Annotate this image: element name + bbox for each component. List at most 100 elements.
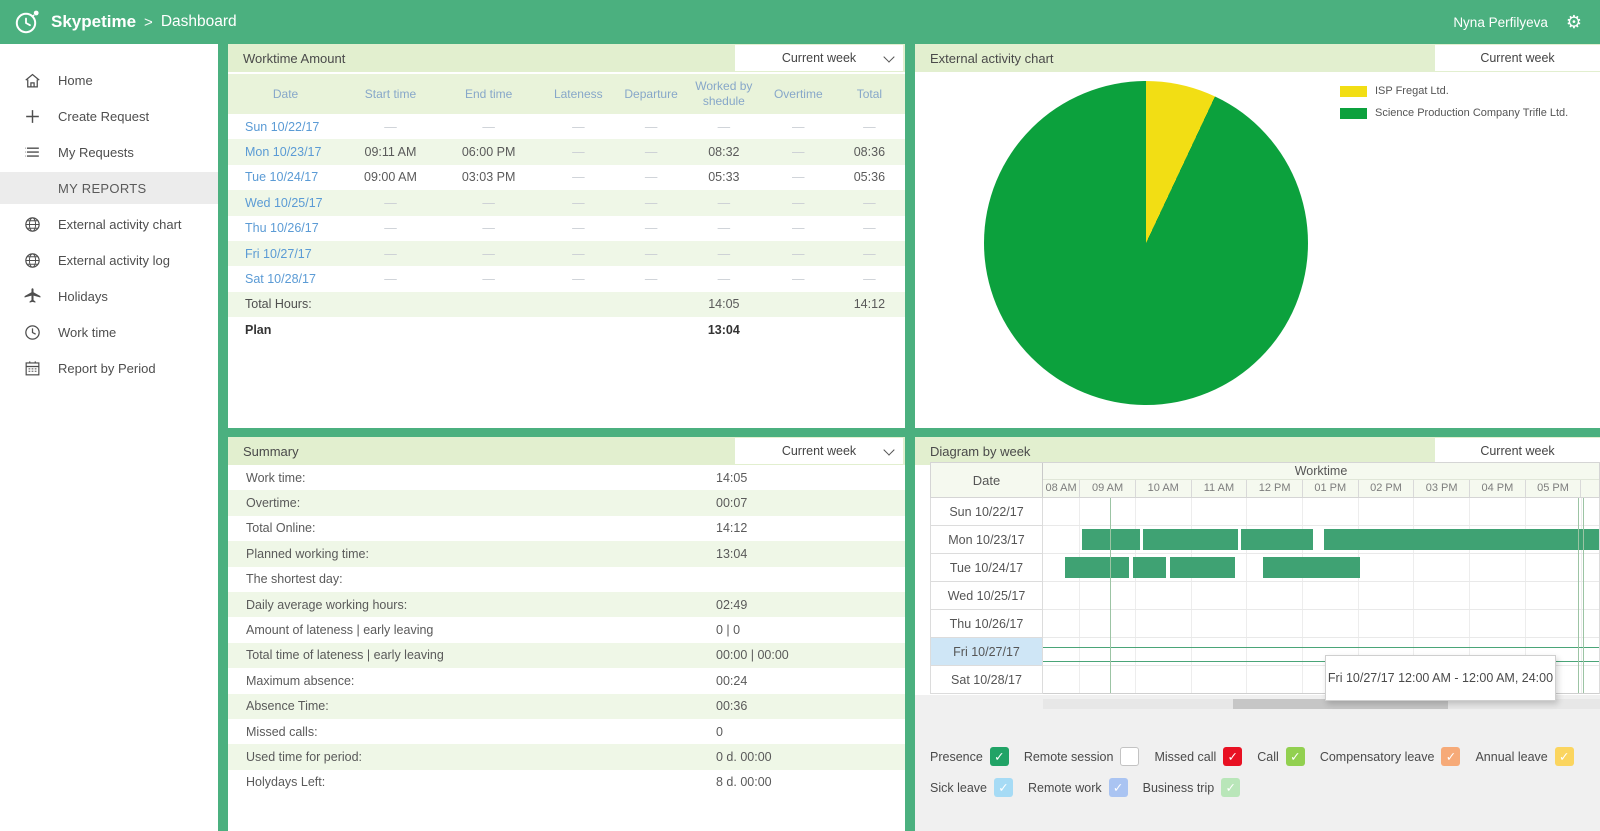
pie-legend-item: Science Production Company Trifle Ltd. <box>1340 107 1568 119</box>
worktime-panel-header: Worktime Amount Current week <box>228 44 905 72</box>
sidebar-item-external-activity-chart[interactable]: External activity chart <box>0 206 218 242</box>
checked-checkbox[interactable]: ✓ <box>989 747 1009 766</box>
sidebar-item-work-time[interactable]: Work time <box>0 314 218 350</box>
hour-tick: 12 PM <box>1246 480 1302 497</box>
diagram-date-wed-10-25-17[interactable]: Wed 10/25/17 <box>930 582 1043 610</box>
presence-bar[interactable] <box>1065 557 1130 578</box>
summary-label: Total Online: <box>246 521 316 536</box>
presence-bar[interactable] <box>1081 529 1141 550</box>
pie-legend: ISP Fregat Ltd. Science Production Compan… <box>1340 85 1568 129</box>
activity-pie-chart[interactable] <box>984 81 1308 405</box>
summary-value: 00:24 <box>716 673 748 688</box>
worktime-cell: — <box>384 119 397 134</box>
worktime-date-link[interactable]: Wed 10/25/17 <box>228 196 343 210</box>
checked-checkbox[interactable]: ✓ <box>1221 778 1241 797</box>
diagram-date-fri-10-27-17[interactable]: Fri 10/27/17 <box>930 638 1043 666</box>
sidebar-item-label: Work time <box>58 324 117 340</box>
worktime-cell: — <box>384 272 397 287</box>
summary-label: Absence Time: <box>246 699 329 714</box>
presence-bar[interactable] <box>1169 557 1236 578</box>
presence-bar[interactable] <box>1240 529 1314 550</box>
settings-gear-icon[interactable]: ⚙ <box>1566 13 1582 31</box>
presence-bar[interactable] <box>1143 529 1238 550</box>
worktime-cell: 09:00 AM <box>364 170 417 185</box>
worktime-row-thu-10-26-17: Thu 10/26/17 — — — — — — — <box>228 216 905 241</box>
worktime-cell: — <box>792 272 805 287</box>
presence-bar[interactable] <box>1263 557 1361 578</box>
diagram-date-sun-10-22-17[interactable]: Sun 10/22/17 <box>930 498 1043 526</box>
worktime-column-header: End time <box>464 86 513 101</box>
worktime-cell: — <box>792 170 805 185</box>
sidebar-item-report-by-period[interactable]: Report by Period <box>0 350 218 386</box>
summary-row: Holydays Left: 8 d. 00:00 <box>228 770 905 795</box>
diagram-date-mon-10-23-17[interactable]: Mon 10/23/17 <box>930 526 1043 554</box>
globe-icon <box>23 251 42 270</box>
checked-checkbox[interactable]: ✓ <box>1285 747 1305 766</box>
presence-bar[interactable] <box>1324 529 1599 550</box>
worktime-row-fri-10-27-17: Fri 10/27/17 — — — — — — — <box>228 240 905 267</box>
worktime-cell: — <box>644 170 658 185</box>
worktime-cell: — <box>644 119 658 134</box>
checked-checkbox[interactable]: ✓ <box>1223 747 1243 766</box>
checked-checkbox[interactable]: ✓ <box>1554 747 1574 766</box>
worktime-column-header: Start time <box>364 86 417 101</box>
legend-checkbox-sick-leave[interactable]: Sick leave ✓ <box>930 778 1013 797</box>
worktime-cell: — <box>863 119 876 134</box>
sidebar-section-my-reports[interactable]: MY REPORTS <box>0 172 218 204</box>
diagram-date-column-header: Date <box>931 463 1043 497</box>
worktime-cell: — <box>863 195 876 210</box>
time-marker-line <box>1583 498 1585 693</box>
hour-tick: 05 PM <box>1524 480 1581 497</box>
legend-swatch <box>1340 85 1367 97</box>
worktime-date-link[interactable]: Sun 10/22/17 <box>228 120 343 134</box>
legend-checkbox-label: Sick leave <box>930 780 987 795</box>
worktime-date-link[interactable]: Thu 10/26/17 <box>228 221 343 235</box>
diagram-date-thu-10-26-17[interactable]: Thu 10/26/17 <box>930 610 1043 638</box>
worktime-panel-title: Worktime Amount <box>243 50 346 66</box>
worktime-date-link[interactable]: Tue 10/24/17 <box>228 170 343 184</box>
worktime-row-mon-10-23-17: Mon 10/23/17 09:11 AM 06:00 PM — — 08:32 — 08:3… <box>228 139 905 165</box>
worktime-date-link[interactable]: Mon 10/23/17 <box>228 145 343 159</box>
pie-period-value: Current week <box>1480 51 1555 65</box>
legend-checkbox-call[interactable]: Call ✓ <box>1257 747 1305 766</box>
skypetime-logo-icon <box>15 10 39 34</box>
user-name[interactable]: Nyna Perfilyeva <box>1453 15 1548 30</box>
worktime-cell: — <box>644 195 658 210</box>
diagram-date-sat-10-28-17[interactable]: Sat 10/28/17 <box>930 666 1043 694</box>
app-title[interactable]: Skypetime <box>51 12 136 32</box>
legend-checkbox-remote-work[interactable]: Remote work ✓ <box>1028 778 1128 797</box>
sidebar-item-external-activity-log[interactable]: External activity log <box>0 242 218 278</box>
diagram-date-column: Sun 10/22/17 Mon 10/23/17 Tue 10/24/17 Wed … <box>930 498 1043 694</box>
summary-label: Missed calls: <box>246 724 318 739</box>
diagram-date-tue-10-24-17[interactable]: Tue 10/24/17 <box>930 554 1043 582</box>
summary-label: Daily average working hours: <box>246 597 408 612</box>
legend-checkbox-annual-leave[interactable]: Annual leave ✓ <box>1475 747 1574 766</box>
pie-period-dropdown[interactable]: Current week <box>1435 45 1600 71</box>
checked-checkbox[interactable]: ✓ <box>1108 778 1128 797</box>
sidebar-item-label: External activity log <box>58 252 170 268</box>
worktime-period-dropdown[interactable]: Current week <box>735 45 903 71</box>
diagram-period-dropdown[interactable]: Current week <box>1435 438 1600 464</box>
worktime-date-link[interactable]: Sat 10/28/17 <box>228 272 343 286</box>
summary-value: 14:05 <box>716 470 748 485</box>
unchecked-checkbox[interactable] <box>1120 747 1140 766</box>
legend-checkbox-missed-call[interactable]: Missed call ✓ <box>1154 747 1243 766</box>
sidebar-item-my-requests[interactable]: My Requests <box>0 134 218 170</box>
checked-checkbox[interactable]: ✓ <box>993 778 1013 797</box>
worktime-period-value: Current week <box>781 51 857 65</box>
worktime-row-sun-10-22-17: Sun 10/22/17 — — — — — — — <box>228 114 905 139</box>
worktime-cell: — <box>863 246 876 261</box>
worktime-date-link[interactable]: Fri 10/27/17 <box>228 247 343 261</box>
summary-panel-header: Summary Current week <box>228 437 905 465</box>
sidebar-item-holidays[interactable]: Holidays <box>0 278 218 314</box>
legend-checkbox-presence[interactable]: Presence ✓ <box>930 747 1009 766</box>
legend-checkbox-compensatory-leave[interactable]: Compensatory leave ✓ <box>1320 747 1461 766</box>
legend-checkbox-business-trip[interactable]: Business trip ✓ <box>1143 778 1241 797</box>
presence-bar[interactable] <box>1133 557 1166 578</box>
sidebar-item-create-request[interactable]: Create Request <box>0 98 218 134</box>
summary-period-dropdown[interactable]: Current week <box>735 438 903 464</box>
legend-checkbox-remote-session[interactable]: Remote session <box>1024 747 1140 766</box>
diagram-period-value: Current week <box>1480 444 1555 458</box>
checked-checkbox[interactable]: ✓ <box>1441 747 1461 766</box>
sidebar-item-home[interactable]: Home <box>0 62 218 98</box>
